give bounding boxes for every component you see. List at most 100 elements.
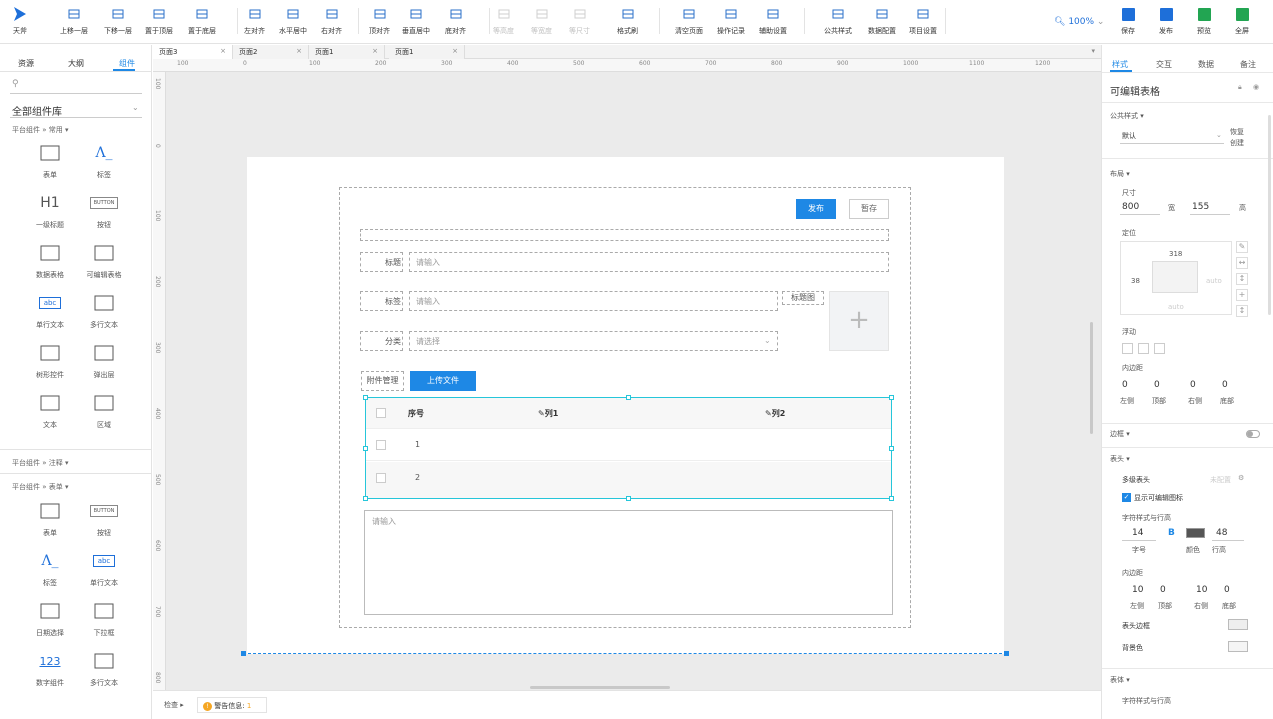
component-label[interactable]: Λ_ 标签 <box>20 550 80 588</box>
show-edit-icon-checkbox[interactable]: ✓ <box>1122 493 1131 502</box>
description-textarea[interactable]: 请输入 <box>364 510 893 615</box>
restore-button[interactable]: 恢复 <box>1230 127 1244 137</box>
component-single-line-text[interactable]: abc 单行文本 <box>20 292 80 330</box>
fill-icon[interactable]: ↕ <box>1236 305 1248 317</box>
stretch-v-icon[interactable]: ↕ <box>1236 273 1248 285</box>
zoom-control[interactable]: 🔍︎ 100% ⌄ <box>1054 17 1104 27</box>
toolbar-send-back-button[interactable]: 置于底层 <box>188 6 216 36</box>
gear-icon[interactable]: ⚙ <box>1238 474 1244 482</box>
tab-style[interactable]: 样式 <box>1112 59 1128 70</box>
resize-handle[interactable] <box>889 395 894 400</box>
close-icon[interactable]: × <box>372 47 378 55</box>
tag-input[interactable]: 请输入 <box>409 291 778 311</box>
doc-tab-3[interactable]: 页面1 × <box>309 45 385 59</box>
warning-badge[interactable]: ! 警告信息: 1 <box>197 697 267 713</box>
doc-tab-2[interactable]: 页面2 × <box>233 45 309 59</box>
component-popup[interactable]: 弹出层 <box>74 342 134 380</box>
right-scrollbar[interactable] <box>1268 115 1271 315</box>
toolbar-align-right-button[interactable]: 右对齐 <box>321 6 342 36</box>
toolbar-project-settings-button[interactable]: 项目设置 <box>909 6 937 36</box>
line-height-input[interactable]: 48 <box>1216 528 1227 538</box>
vertical-scrollbar[interactable] <box>1090 322 1093 434</box>
padding-input[interactable]: 0 <box>1224 585 1230 595</box>
tab-outline[interactable]: 大纲 <box>68 58 84 69</box>
tabs-dropdown-icon[interactable]: ▾ <box>1091 47 1095 55</box>
component-dropdown[interactable]: 下拉框 <box>74 600 134 638</box>
close-icon[interactable]: × <box>220 47 226 55</box>
toolbar-public-style-button[interactable]: 公共样式 <box>824 6 852 36</box>
guide-handle[interactable] <box>241 651 246 656</box>
section-common[interactable]: 平台组件 » 常用 ▾ <box>12 125 68 135</box>
select-all-checkbox[interactable] <box>376 408 386 418</box>
library-select[interactable]: 全部组件库 <box>12 103 62 118</box>
component-heading[interactable]: H1 一级标题 <box>20 192 80 230</box>
doc-tab-4[interactable]: 页面1 × <box>389 45 465 59</box>
float-right-icon[interactable] <box>1138 343 1149 354</box>
guide-handle[interactable] <box>1004 651 1009 656</box>
padding-input[interactable]: 0 <box>1190 380 1196 390</box>
resize-handle[interactable] <box>626 395 631 400</box>
padding-input[interactable]: 10 <box>1132 585 1143 595</box>
border-toggle[interactable] <box>1246 430 1260 438</box>
upload-button[interactable]: 上传文件 <box>410 371 476 391</box>
font-size-input[interactable]: 14 <box>1132 528 1143 538</box>
publish-button[interactable]: 发布 <box>1158 6 1174 36</box>
table-row[interactable] <box>366 462 891 498</box>
toolbar-move-down-button[interactable]: 下移一层 <box>104 6 132 36</box>
title-input[interactable]: 请输入 <box>409 252 889 272</box>
component-text[interactable]: 文本 <box>20 392 80 430</box>
resize-handle[interactable] <box>626 496 631 501</box>
toolbar-eraser-button[interactable]: 清空页面 <box>675 6 703 36</box>
background-swatch[interactable] <box>1228 641 1248 652</box>
table-row[interactable] <box>366 429 891 461</box>
toolbar-align-left-button[interactable]: 左对齐 <box>244 6 265 36</box>
check-toggle[interactable]: 检查 ▸ <box>164 700 184 710</box>
center-icon[interactable]: + <box>1236 289 1248 301</box>
pin-icon[interactable]: ✎ <box>1236 241 1248 253</box>
toolbar-history-button[interactable]: 操作记录 <box>717 6 745 36</box>
doc-tab-1[interactable]: 页面3 × <box>153 45 233 59</box>
resize-handle[interactable] <box>363 446 368 451</box>
toolbar-format-brush-button[interactable]: 格式刷 <box>617 6 638 36</box>
toolbar-same-width-button[interactable]: 等宽度 <box>531 6 552 36</box>
body-heading[interactable]: 表体 ▾ <box>1110 675 1130 685</box>
padding-input[interactable]: 0 <box>1160 585 1166 595</box>
pos-left[interactable]: 38 <box>1131 277 1140 285</box>
component-editable-table[interactable]: 可编辑表格 <box>74 242 134 280</box>
component-button[interactable]: BUTTON 按钮 <box>74 192 134 230</box>
resize-handle[interactable] <box>363 496 368 501</box>
toolbar-align-center-v-button[interactable]: 垂直居中 <box>402 6 430 36</box>
component-region[interactable]: 区域 <box>74 392 134 430</box>
editable-table[interactable]: 序号 ✎列1 ✎列2 1 2 <box>365 397 892 499</box>
float-none-icon[interactable] <box>1154 343 1165 354</box>
bold-toggle[interactable]: B <box>1168 528 1175 538</box>
pos-right[interactable]: auto <box>1206 277 1222 285</box>
padding-input[interactable]: 0 <box>1222 380 1228 390</box>
stretch-h-icon[interactable]: ↔ <box>1236 257 1248 269</box>
close-icon[interactable]: × <box>296 47 302 55</box>
padding-input[interactable]: 0 <box>1154 380 1160 390</box>
lock-icon[interactable]: 🔒︎ <box>1238 83 1242 92</box>
row-checkbox[interactable] <box>376 440 386 450</box>
eye-icon[interactable]: ◉ <box>1253 83 1259 91</box>
horizontal-scrollbar[interactable] <box>530 686 670 689</box>
component-single-line-text[interactable]: abc 单行文本 <box>74 550 134 588</box>
resize-handle[interactable] <box>889 446 894 451</box>
draft-button[interactable]: 暂存 <box>849 199 889 219</box>
padding-input[interactable]: 0 <box>1122 380 1128 390</box>
public-style-heading[interactable]: 公共样式 ▾ <box>1110 111 1144 121</box>
tab-data[interactable]: 数据 <box>1198 59 1214 70</box>
pos-bottom[interactable]: auto <box>1168 303 1184 311</box>
chevron-down-icon[interactable]: ⌄ <box>1216 131 1222 139</box>
toolbar-align-top-button[interactable]: 顶对齐 <box>369 6 390 36</box>
toolbar-align-bottom-button[interactable]: 底对齐 <box>445 6 466 36</box>
logo[interactable]: 天斧 <box>12 6 28 36</box>
toolbar-bring-front-button[interactable]: 置于顶层 <box>145 6 173 36</box>
search-icon[interactable]: ⚲ <box>12 79 19 89</box>
header-heading[interactable]: 表头 ▾ <box>1110 454 1130 464</box>
component-number[interactable]: 123 数字组件 <box>20 650 80 688</box>
preview-button[interactable]: 预览 <box>1196 6 1212 36</box>
tab-components[interactable]: 组件 <box>119 58 135 69</box>
resize-handle[interactable] <box>363 395 368 400</box>
component-multi-line-text[interactable]: 多行文本 <box>74 292 134 330</box>
